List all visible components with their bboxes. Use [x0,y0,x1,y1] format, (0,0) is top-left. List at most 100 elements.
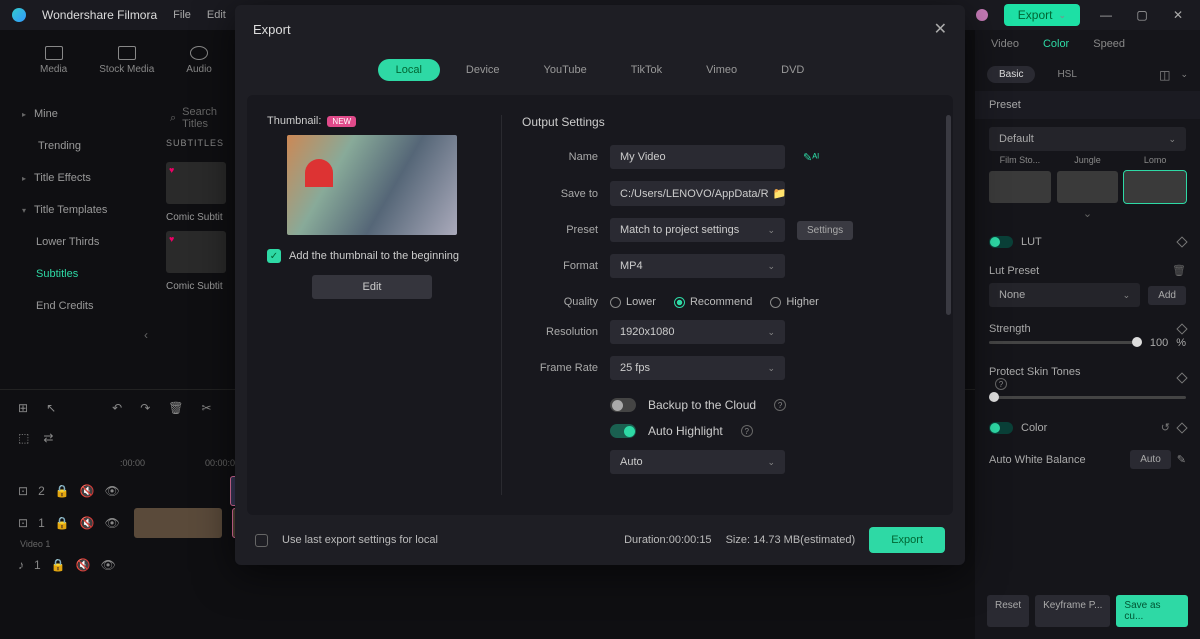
mute-icon[interactable]: 🔇 [76,558,91,572]
tab-speed[interactable]: Speed [1093,38,1125,50]
keyframe-diamond-icon[interactable] [1176,323,1187,334]
menu-edit[interactable]: Edit [207,9,226,21]
scrollbar[interactable] [946,115,951,315]
link-icon[interactable]: ⇄ [43,431,53,445]
chevron-down-icon[interactable]: ⌄ [989,207,1186,220]
redo-icon[interactable]: ↷ [140,401,150,415]
export-tab-tiktok[interactable]: TikTok [613,59,680,81]
save-to-input[interactable]: C:/Users/LENOVO/AppData/R📁 [610,181,785,206]
keyframe-diamond-icon[interactable] [1176,422,1187,433]
export-tab-vimeo[interactable]: Vimeo [688,59,755,81]
help-icon[interactable]: ? [741,425,753,437]
name-input[interactable]: My Video [610,145,785,169]
preset-dropdown[interactable]: Default⌄ [989,127,1186,151]
reset-icon[interactable]: ↺ [1161,421,1170,434]
auto-wb-button[interactable]: Auto [1130,450,1171,469]
menu-file[interactable]: File [173,9,191,21]
thumbnail-preview[interactable] [287,135,457,235]
cursor-tool-icon[interactable]: ↖ [46,401,56,415]
undo-icon[interactable]: ↶ [112,401,122,415]
sidebar-item-subtitles[interactable]: Subtitles [0,258,160,290]
visibility-icon[interactable]: 👁 [105,484,120,498]
keyframe-diamond-icon[interactable] [1176,372,1187,383]
color-toggle[interactable] [989,422,1013,434]
sidebar-item-end-credits[interactable]: End Credits [0,290,160,322]
lut-toggle[interactable] [989,236,1013,248]
quality-higher-radio[interactable]: Higher [770,296,818,308]
lut-thumb-jungle[interactable] [1057,171,1119,203]
help-icon[interactable]: ? [774,399,786,411]
framerate-dropdown[interactable]: 25 fps⌄ [610,356,785,380]
lock-icon[interactable]: 🔒 [51,558,66,572]
tool-icon[interactable]: ⊞ [18,401,28,415]
delete-icon[interactable]: 🗑 [168,401,183,415]
visibility-icon[interactable]: 👁 [101,558,116,572]
strength-slider[interactable] [989,341,1142,344]
chevron-down-icon[interactable]: ⌄ [1180,69,1188,80]
sidebar-item-mine[interactable]: ▸Mine [0,98,160,130]
keyframe-panel-button[interactable]: Keyframe P... [1035,595,1110,627]
tab-video[interactable]: Video [991,38,1019,50]
lut-thumb-lomo[interactable] [1124,171,1186,203]
timeline-clip[interactable] [134,508,222,538]
export-button-top[interactable]: Export⌄ [1004,4,1080,26]
lut-thumb-filmstock[interactable] [989,171,1051,203]
lock-icon[interactable]: 🔒 [55,516,70,530]
backup-cloud-toggle[interactable] [610,398,636,412]
subtab-basic[interactable]: Basic [987,66,1035,83]
subtab-hsl[interactable]: HSL [1045,66,1088,83]
ai-icon[interactable]: ✎ᴬᴵ [803,151,819,164]
sidebar-item-title-templates[interactable]: ▾Title Templates [0,194,160,226]
lut-preset-dropdown[interactable]: None⌄ [989,283,1140,307]
export-tab-dvd[interactable]: DVD [763,59,822,81]
subtitle-thumb-2[interactable]: ♥ [166,231,226,273]
protect-skin-slider[interactable] [989,396,1186,399]
use-last-settings-checkbox[interactable] [255,534,268,547]
collapse-sidebar-icon[interactable]: ‹ [0,322,160,348]
auto-highlight-dropdown[interactable]: Auto⌄ [610,450,785,474]
tab-stock-media[interactable]: Stock Media [99,46,154,75]
delete-icon[interactable]: 🗑 [1172,264,1186,277]
visibility-icon[interactable]: 👁 [105,516,120,530]
edit-thumbnail-button[interactable]: Edit [312,275,432,299]
tab-media[interactable]: Media [40,46,67,75]
compare-icon[interactable]: ◫ [1159,68,1170,82]
resolution-dropdown[interactable]: 1920x1080⌄ [610,320,785,344]
preset-dropdown[interactable]: Match to project settings⌄ [610,218,785,242]
add-lut-button[interactable]: Add [1148,286,1186,305]
auto-highlight-toggle[interactable] [610,424,636,438]
maximize-icon[interactable]: ▢ [1132,8,1152,22]
minimize-icon[interactable]: — [1096,8,1116,22]
heart-icon[interactable]: ♥ [169,234,174,244]
export-button[interactable]: Export [869,527,945,553]
add-thumbnail-checkbox[interactable]: ✓ [267,249,281,263]
save-as-custom-button[interactable]: Save as cu... [1116,595,1188,627]
quality-lower-radio[interactable]: Lower [610,296,656,308]
close-window-icon[interactable]: ✕ [1168,8,1188,22]
keyframe-diamond-icon[interactable] [1176,236,1187,247]
export-tab-local[interactable]: Local [378,59,440,81]
tab-audio[interactable]: Audio [186,46,212,75]
tab-color[interactable]: Color [1043,38,1069,50]
mute-icon[interactable]: 🔇 [80,516,95,530]
sidebar-item-lower-thirds[interactable]: Lower Thirds [0,226,160,258]
reset-button[interactable]: Reset [987,595,1029,627]
heart-icon[interactable]: ♥ [169,165,174,175]
marker-tool-icon[interactable]: ⬚ [18,431,29,445]
format-dropdown[interactable]: MP4⌄ [610,254,785,278]
folder-icon[interactable]: 📁 [773,187,787,200]
export-tab-device[interactable]: Device [448,59,518,81]
user-avatar-icon[interactable] [976,9,988,21]
sidebar-item-title-effects[interactable]: ▸Title Effects [0,162,160,194]
sidebar-item-trending[interactable]: Trending [0,130,160,162]
mute-icon[interactable]: 🔇 [80,484,95,498]
quality-recommend-radio[interactable]: Recommend [674,296,752,308]
close-icon[interactable]: ✕ [934,19,947,39]
cut-icon[interactable]: ✂ [201,401,211,415]
search-input[interactable]: Search Titles [182,106,220,130]
subtitle-thumb-1[interactable]: ♥ [166,162,226,204]
settings-button[interactable]: Settings [797,221,853,240]
lock-icon[interactable]: 🔒 [55,484,70,498]
help-icon[interactable]: ? [995,378,1007,390]
export-tab-youtube[interactable]: YouTube [526,59,605,81]
